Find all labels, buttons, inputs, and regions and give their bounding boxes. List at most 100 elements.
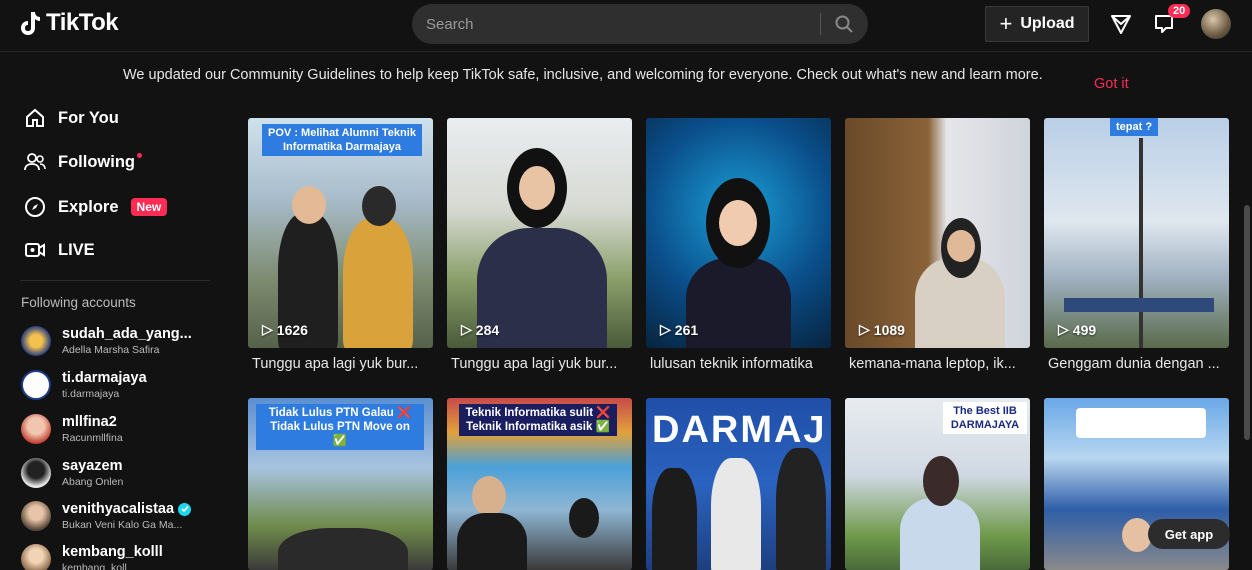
account-subtitle: Abang Onlen [62,476,124,488]
avatar [21,414,51,444]
top-bar: TikTok + Upload 20 [0,0,1252,52]
search-bar [412,4,868,44]
inbox-badge: 20 [1168,4,1191,18]
view-count-value: 1089 [873,321,905,338]
account-item[interactable]: mllfina2 Racunmllfina [21,414,221,444]
view-count: ▷ 284 [461,321,499,338]
view-count-value: 499 [1072,321,1097,338]
account-name: sayazem [62,458,123,474]
view-count-value: 261 [674,321,699,338]
upload-label: Upload [1020,15,1075,32]
tiktok-logo[interactable]: TikTok [20,9,119,37]
search-input[interactable] [426,13,816,35]
video-overlay-text: DARMAJ [652,409,827,451]
nav-for-you[interactable]: For You [24,108,119,129]
account-item[interactable]: sayazem Abang Onlen [21,458,221,488]
verified-icon [178,502,192,516]
scrollbar[interactable] [1244,205,1250,440]
video-caption[interactable]: kemana-mana leptop, ik... [849,356,1029,372]
home-icon [24,108,46,129]
account-item[interactable]: kembang_kolll kembang_koll [21,544,221,570]
play-icon: ▷ [262,321,273,337]
plus-icon: + [999,11,1013,36]
sidebar-divider [20,280,210,281]
profile-avatar[interactable] [1201,9,1231,39]
view-count-value: 1626 [276,321,308,338]
video-thumbnail[interactable]: ▷ 1089 [845,118,1030,348]
video-thumbnail[interactable]: POV : Melihat Alumni Teknik Informatika … [248,118,433,348]
get-app-button[interactable]: Get app [1148,519,1230,549]
play-icon: ▷ [461,321,472,337]
account-item[interactable]: venithyacalistaa Bukan Veni Kalo Ga Ma... [21,501,221,531]
account-item[interactable]: ti.darmajaya ti.darmajaya [21,370,221,400]
avatar [21,326,51,356]
account-subtitle: Adella Marsha Safira [62,344,160,356]
view-count-value: 284 [475,321,500,338]
search-divider [820,13,821,35]
guidelines-banner: We updated our Community Guidelines to h… [0,52,1252,108]
video-overlay-text: tepat ? [1110,118,1159,136]
view-count: ▷ 261 [660,321,698,338]
play-icon: ▷ [859,321,870,337]
following-icon [24,151,46,173]
messages-button[interactable] [1107,10,1135,38]
play-icon: ▷ [660,321,671,337]
send-icon [1111,15,1131,34]
account-subtitle: ti.darmajaya [62,388,120,400]
video-thumbnail[interactable]: ▷ 261 [646,118,831,348]
tiktok-note-icon [21,12,40,35]
video-thumbnail[interactable]: tepat ? ▷ 499 [1044,118,1229,348]
account-subtitle: kembang_koll [62,562,127,570]
view-count: ▷ 499 [1058,321,1096,338]
video-thumbnail[interactable]: The Best IIB DARMAJAYA [845,398,1030,570]
avatar [21,370,51,400]
video-overlay-box [1076,408,1206,438]
account-name: sudah_ada_yang... [62,326,192,342]
video-caption[interactable]: Tunggu apa lagi yuk bur... [451,356,631,372]
nav-live[interactable]: LIVE [24,239,95,261]
avatar [21,458,51,488]
nav-label: For You [58,108,119,127]
view-count: ▷ 1626 [262,321,308,338]
video-thumbnail[interactable]: ▷ 284 [447,118,632,348]
account-name: venithyacalistaa [62,501,192,517]
account-name-text: venithyacalistaa [62,501,175,517]
video-thumbnail[interactable]: Teknik Informatika sulit ❌ Teknik Inform… [447,398,632,570]
video-caption[interactable]: lulusan teknik informatika [650,356,830,372]
video-overlay-text: Tidak Lulus PTN Galau ❌ Tidak Lulus PTN … [256,404,424,450]
account-subtitle: Racunmllfina [62,432,123,444]
following-accounts-title: Following accounts [21,295,136,310]
live-icon [24,239,46,261]
video-thumbnail[interactable]: DARMAJ [646,398,831,570]
logo-text: TikTok [46,9,119,36]
compass-icon [24,196,46,218]
account-name: mllfina2 [62,414,117,430]
nav-label: Explore [58,197,119,216]
video-caption[interactable]: Genggam dunia dengan ... [1048,356,1228,372]
nav-following[interactable]: Following [24,151,152,173]
play-icon: ▷ [1058,321,1069,337]
upload-button[interactable]: + Upload [985,6,1089,42]
video-thumbnail[interactable]: Tidak Lulus PTN Galau ❌ Tidak Lulus PTN … [248,398,433,570]
account-item[interactable]: sudah_ada_yang... Adella Marsha Safira [21,326,221,356]
video-overlay-text: Teknik Informatika sulit ❌ Teknik Inform… [459,404,617,436]
search-icon [835,15,853,33]
account-subtitle: Bukan Veni Kalo Ga Ma... [62,519,183,531]
video-overlay-text: The Best IIB DARMAJAYA [943,402,1027,434]
notification-dot [136,152,142,158]
got-it-button[interactable]: Got it [1094,76,1129,92]
search-button[interactable] [828,10,860,38]
nav-label: LIVE [58,240,95,259]
video-overlay-text: POV : Melihat Alumni Teknik Informatika … [262,124,422,156]
banner-text: We updated our Community Guidelines to h… [123,67,1043,83]
account-name: ti.darmajaya [62,370,147,386]
nav-label: Following [58,152,135,171]
new-tag: New [130,198,168,216]
sidebar: For You Following Explore New LIVE Follo… [0,108,230,570]
avatar [21,501,51,531]
avatar [21,544,51,570]
nav-explore[interactable]: Explore New [24,196,168,218]
video-grid: POV : Melihat Alumni Teknik Informatika … [248,108,1238,570]
video-caption[interactable]: Tunggu apa lagi yuk bur... [252,356,432,372]
view-count: ▷ 1089 [859,321,905,338]
